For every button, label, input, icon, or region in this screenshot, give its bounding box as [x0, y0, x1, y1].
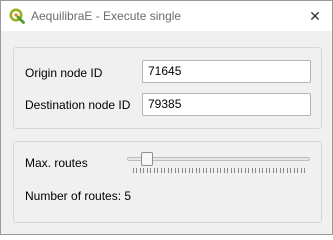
slider-tick [244, 168, 246, 173]
slider-tick [297, 168, 299, 173]
slider-tick [216, 168, 218, 173]
slider-tick [279, 168, 281, 173]
max-routes-slider[interactable] [127, 152, 310, 174]
slider-tick [283, 168, 285, 173]
origin-node-label: Origin node ID [25, 66, 103, 80]
slider-tick [269, 168, 271, 173]
slider-tick [188, 168, 190, 173]
origin-node-input[interactable]: 71645 [142, 60, 311, 83]
slider-tick [258, 168, 260, 173]
slider-handle[interactable] [140, 152, 153, 166]
slider-track [127, 157, 310, 161]
slider-tick [136, 168, 138, 173]
window-title: AequilibraE - Execute single [31, 9, 182, 23]
slider-tick [174, 168, 176, 173]
slider-tick [300, 168, 302, 173]
slider-tick [160, 168, 162, 173]
slider-tick [213, 168, 215, 173]
slider-tick [276, 168, 278, 173]
slider-tick [220, 168, 222, 173]
slider-tick [206, 168, 208, 173]
dialog-window: AequilibraE - Execute single ✕ Origin no… [0, 0, 333, 235]
slider-tick [181, 168, 183, 173]
destination-node-label: Destination node ID [25, 98, 131, 112]
slider-tick [293, 168, 295, 173]
routes-group: Max. routes Number of routes: 5 [13, 141, 322, 223]
slider-tick [199, 168, 201, 173]
qgis-logo-icon [9, 8, 25, 24]
slider-tick [286, 168, 288, 173]
slider-tick [255, 168, 257, 173]
slider-tick [153, 168, 155, 173]
slider-tick [290, 168, 292, 173]
slider-tick [202, 168, 204, 173]
node-ids-group: Origin node ID 71645 Destination node ID… [13, 47, 322, 129]
slider-tick [272, 168, 274, 173]
slider-tick [251, 168, 253, 173]
destination-node-value: 79385 [148, 97, 182, 111]
slider-tick [230, 168, 232, 173]
max-routes-label: Max. routes [25, 156, 88, 170]
slider-tick [223, 168, 225, 173]
origin-node-value: 71645 [148, 64, 182, 78]
slider-tick [139, 168, 141, 173]
slider-tick [227, 168, 229, 173]
slider-tick [262, 168, 264, 173]
slider-ticks [127, 168, 310, 174]
slider-tick [185, 168, 187, 173]
slider-tick [150, 168, 152, 173]
slider-tick [304, 168, 305, 173]
slider-tick [241, 168, 243, 173]
slider-tick [143, 168, 145, 173]
slider-tick [248, 168, 250, 173]
destination-node-input[interactable]: 79385 [142, 93, 311, 116]
slider-tick [234, 168, 236, 173]
close-icon: ✕ [309, 7, 321, 24]
slider-tick [133, 168, 134, 173]
slider-tick [157, 168, 159, 173]
slider-tick [209, 168, 211, 173]
slider-tick [195, 168, 197, 173]
slider-tick [192, 168, 194, 173]
slider-tick [178, 168, 180, 173]
slider-tick [146, 168, 148, 173]
slider-tick [164, 168, 166, 173]
slider-tick [237, 168, 239, 173]
slider-tick [265, 168, 267, 173]
slider-tick [167, 168, 169, 173]
close-button[interactable]: ✕ [298, 1, 332, 31]
slider-tick [171, 168, 173, 173]
number-of-routes-text: Number of routes: 5 [25, 189, 132, 203]
title-bar[interactable]: AequilibraE - Execute single ✕ [1, 1, 332, 31]
